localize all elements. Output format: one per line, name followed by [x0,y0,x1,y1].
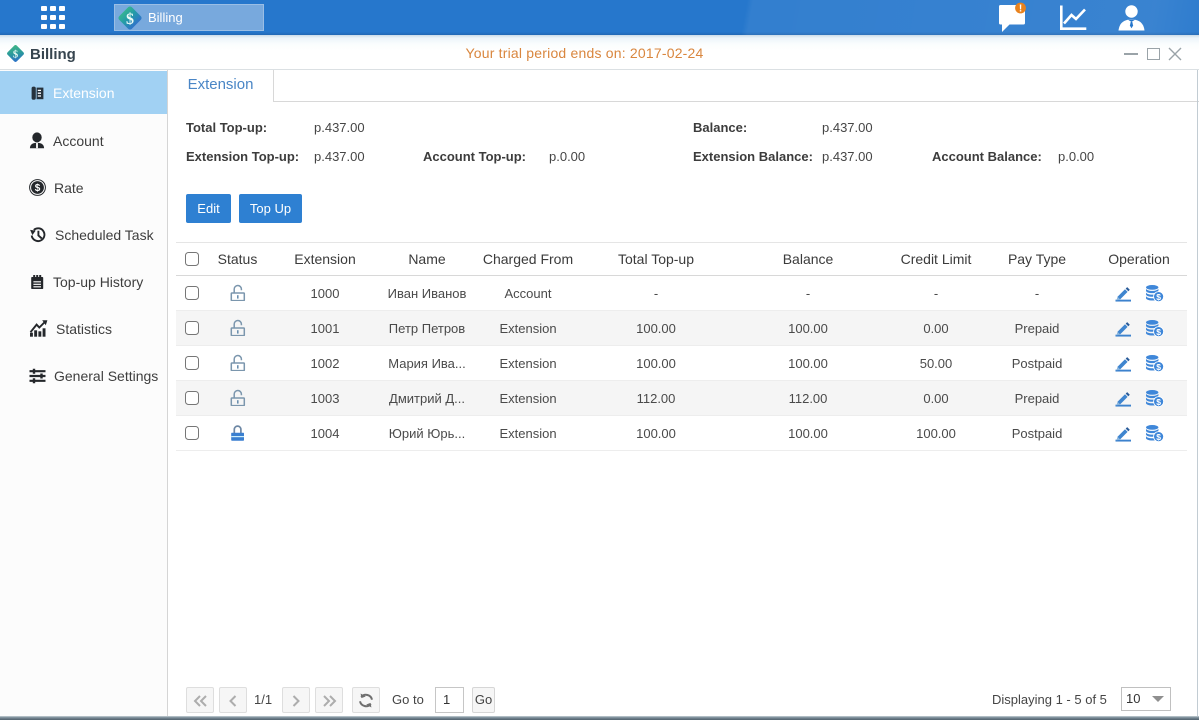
svg-text:$: $ [1156,327,1161,337]
svg-text:$: $ [1156,432,1161,442]
svg-text:!: ! [1019,4,1022,15]
svg-text:$: $ [35,183,41,194]
svg-text:$: $ [1156,292,1161,302]
svg-text:$: $ [1156,362,1161,372]
svg-text:$: $ [126,11,134,28]
svg-text:$: $ [1156,397,1161,407]
